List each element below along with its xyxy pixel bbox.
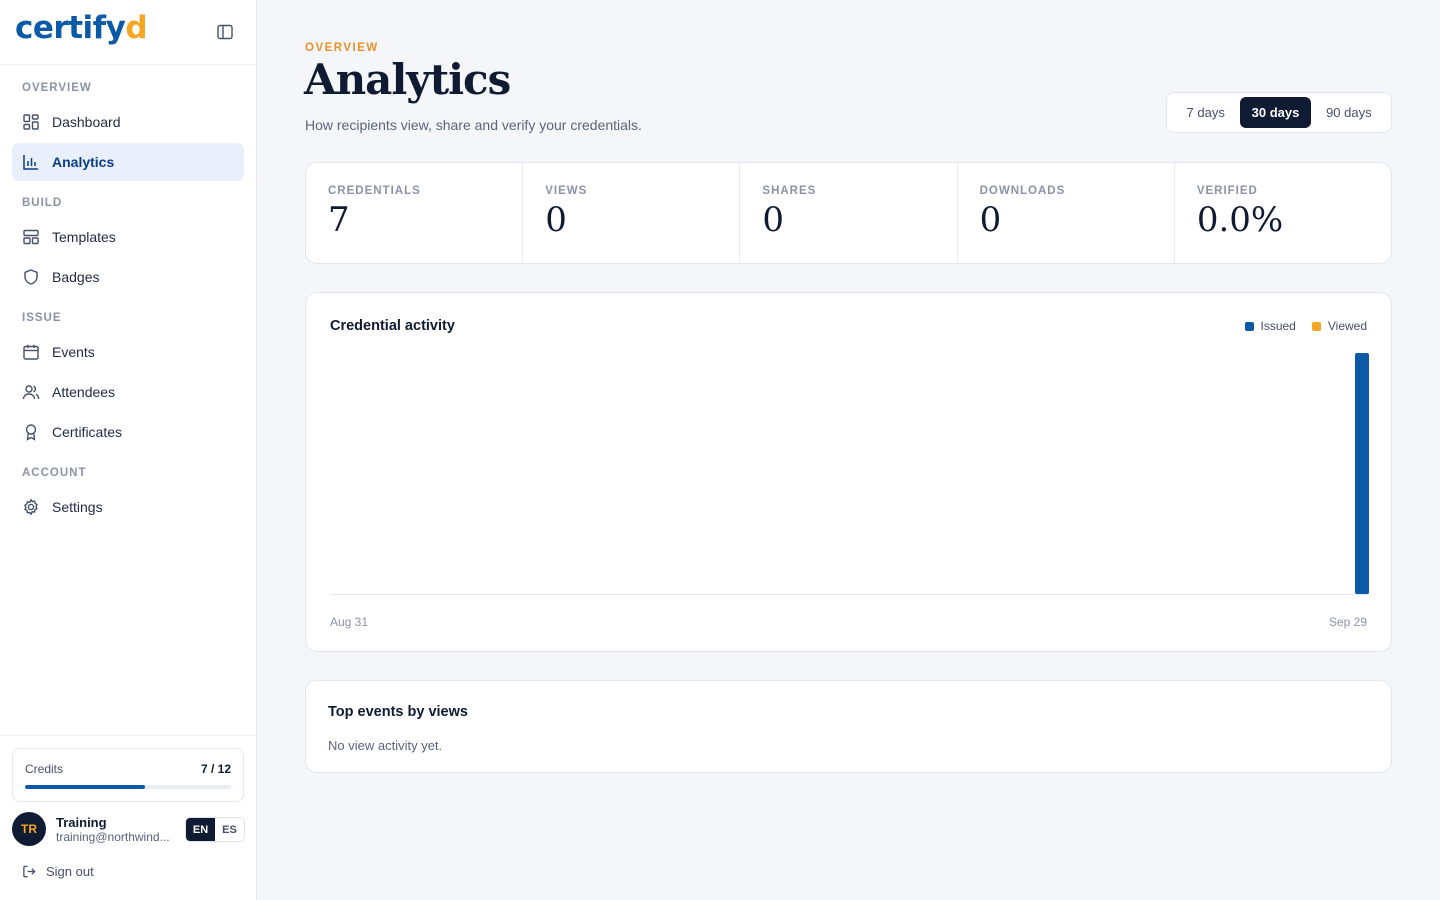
- credits-progress-fill: [25, 785, 146, 789]
- page-eyebrow: OVERVIEW: [305, 42, 379, 54]
- user-profile[interactable]: TR Training training@northwind...: [12, 812, 176, 846]
- sidebar-footer: Credits 7 / 12 TR Training training@nort…: [0, 735, 256, 900]
- chart-legend: Issued Viewed: [1229, 319, 1367, 333]
- sidebar-item-badges[interactable]: Badges: [12, 258, 244, 296]
- credential-activity-chart: [330, 353, 1369, 595]
- sign-out-button[interactable]: Sign out: [22, 864, 94, 879]
- calendar-icon: [22, 343, 40, 361]
- top-events-empty-text: No view activity yet.: [328, 738, 443, 753]
- user-name: Training: [56, 814, 107, 830]
- avatar: TR: [12, 812, 46, 846]
- sidebar-item-label: Attendees: [52, 384, 116, 400]
- sidebar-item-label: Events: [52, 344, 95, 360]
- page-subtitle: How recipients view, share and verify yo…: [305, 117, 642, 133]
- credential-activity-card: Credential activity Issued Viewed Aug 31…: [305, 292, 1392, 652]
- sidebar-nav: OVERVIEW Dashboard Analytics BUILD Templ…: [0, 65, 256, 526]
- legend-item-issued: Issued: [1244, 319, 1296, 333]
- stat-label: SHARES: [762, 185, 817, 197]
- stat-shares: SHARES 0: [740, 163, 958, 263]
- stat-label: VIEWS: [545, 185, 588, 197]
- stat-value: 0: [979, 200, 1002, 240]
- stat-value: 0: [762, 200, 785, 240]
- sidebar-item-attendees[interactable]: Attendees: [12, 373, 244, 411]
- top-events-card: Top events by views No view activity yet…: [305, 680, 1392, 773]
- gear-icon: [22, 498, 40, 516]
- stat-label: VERIFIED: [1196, 185, 1258, 197]
- stat-views: VIEWS 0: [523, 163, 741, 263]
- x-axis-label-start: Aug 31: [330, 615, 369, 629]
- sidebar-item-templates[interactable]: Templates: [12, 218, 244, 256]
- sidebar-item-analytics[interactable]: Analytics: [12, 143, 244, 181]
- bar-issued-29[interactable]: [1355, 353, 1369, 594]
- brand-header: certifyd: [0, 0, 256, 65]
- sidebar-item-label: Settings: [52, 499, 103, 515]
- language-en-button[interactable]: EN: [186, 818, 215, 841]
- dashboard-icon: [22, 113, 40, 131]
- legend-label-viewed: Viewed: [1327, 319, 1367, 333]
- stat-value: 0.0%: [1196, 200, 1284, 240]
- sidebar-item-label: Dashboard: [52, 114, 121, 130]
- stat-value: 0: [545, 200, 567, 240]
- nav-section-build: BUILD: [22, 197, 63, 209]
- sidebar-item-label: Certificates: [52, 424, 123, 440]
- stat-value: 7: [328, 200, 350, 240]
- award-icon: [22, 423, 40, 441]
- range-30-days-button[interactable]: 30 days: [1240, 97, 1311, 128]
- top-events-title: Top events by views: [328, 704, 468, 720]
- date-range-selector: 7 days 30 days 90 days: [1166, 92, 1392, 133]
- page-title: Analytics: [304, 55, 511, 104]
- sidebar-item-dashboard[interactable]: Dashboard: [12, 103, 244, 141]
- sidebar-item-label: Templates: [52, 229, 116, 245]
- nav-section-overview: OVERVIEW: [22, 82, 92, 94]
- sidebar-item-certificates[interactable]: Certificates: [12, 413, 244, 451]
- stat-downloads: DOWNLOADS 0: [958, 163, 1175, 263]
- stat-verified: VERIFIED 0.0%: [1175, 163, 1391, 263]
- legend-label-issued: Issued: [1260, 319, 1296, 333]
- stat-label: DOWNLOADS: [979, 185, 1066, 197]
- nav-section-issue: ISSUE: [22, 312, 62, 324]
- chart-title: Credential activity: [330, 318, 455, 334]
- users-icon: [22, 383, 40, 401]
- credits-label: Credits: [25, 762, 64, 776]
- sidebar-item-label: Badges: [52, 269, 100, 285]
- sidebar-panel-icon: [217, 24, 233, 40]
- sign-out-icon: [23, 865, 36, 878]
- sidebar-item-label: Analytics: [52, 154, 115, 170]
- credits-panel: Credits 7 / 12: [12, 748, 244, 802]
- x-axis-label-end: Sep 29: [1328, 615, 1367, 629]
- shield-icon: [22, 268, 40, 286]
- credits-progress-bar: [25, 785, 231, 789]
- credits-value: 7 / 12: [200, 762, 231, 776]
- legend-swatch-viewed: [1311, 321, 1321, 331]
- template-icon: [22, 228, 40, 246]
- stats-panel: CREDENTIALS 7 VIEWS 0 SHARES 0 DOWNLOADS…: [305, 162, 1392, 264]
- sidebar-item-events[interactable]: Events: [12, 333, 244, 371]
- sidebar: certifyd OVERVIEW Dashboard Analytics BU…: [0, 0, 257, 900]
- legend-item-viewed: Viewed: [1311, 319, 1367, 333]
- sidebar-toggle-button[interactable]: [216, 23, 236, 41]
- legend-swatch-issued: [1244, 321, 1254, 331]
- stat-credentials: CREDENTIALS 7: [306, 163, 524, 263]
- bar-chart-icon: [22, 153, 40, 171]
- language-es-button[interactable]: ES: [215, 818, 244, 841]
- stat-label: CREDENTIALS: [328, 185, 421, 197]
- sidebar-item-settings[interactable]: Settings: [12, 488, 244, 526]
- user-email: training@northwind...: [56, 829, 170, 844]
- sign-out-label: Sign out: [46, 864, 94, 879]
- nav-section-account: ACCOUNT: [22, 467, 87, 479]
- language-switch: EN ES: [185, 817, 245, 842]
- range-90-days-button[interactable]: 90 days: [1311, 97, 1387, 128]
- logo[interactable]: certifyd: [15, 10, 148, 46]
- range-7-days-button[interactable]: 7 days: [1171, 97, 1240, 128]
